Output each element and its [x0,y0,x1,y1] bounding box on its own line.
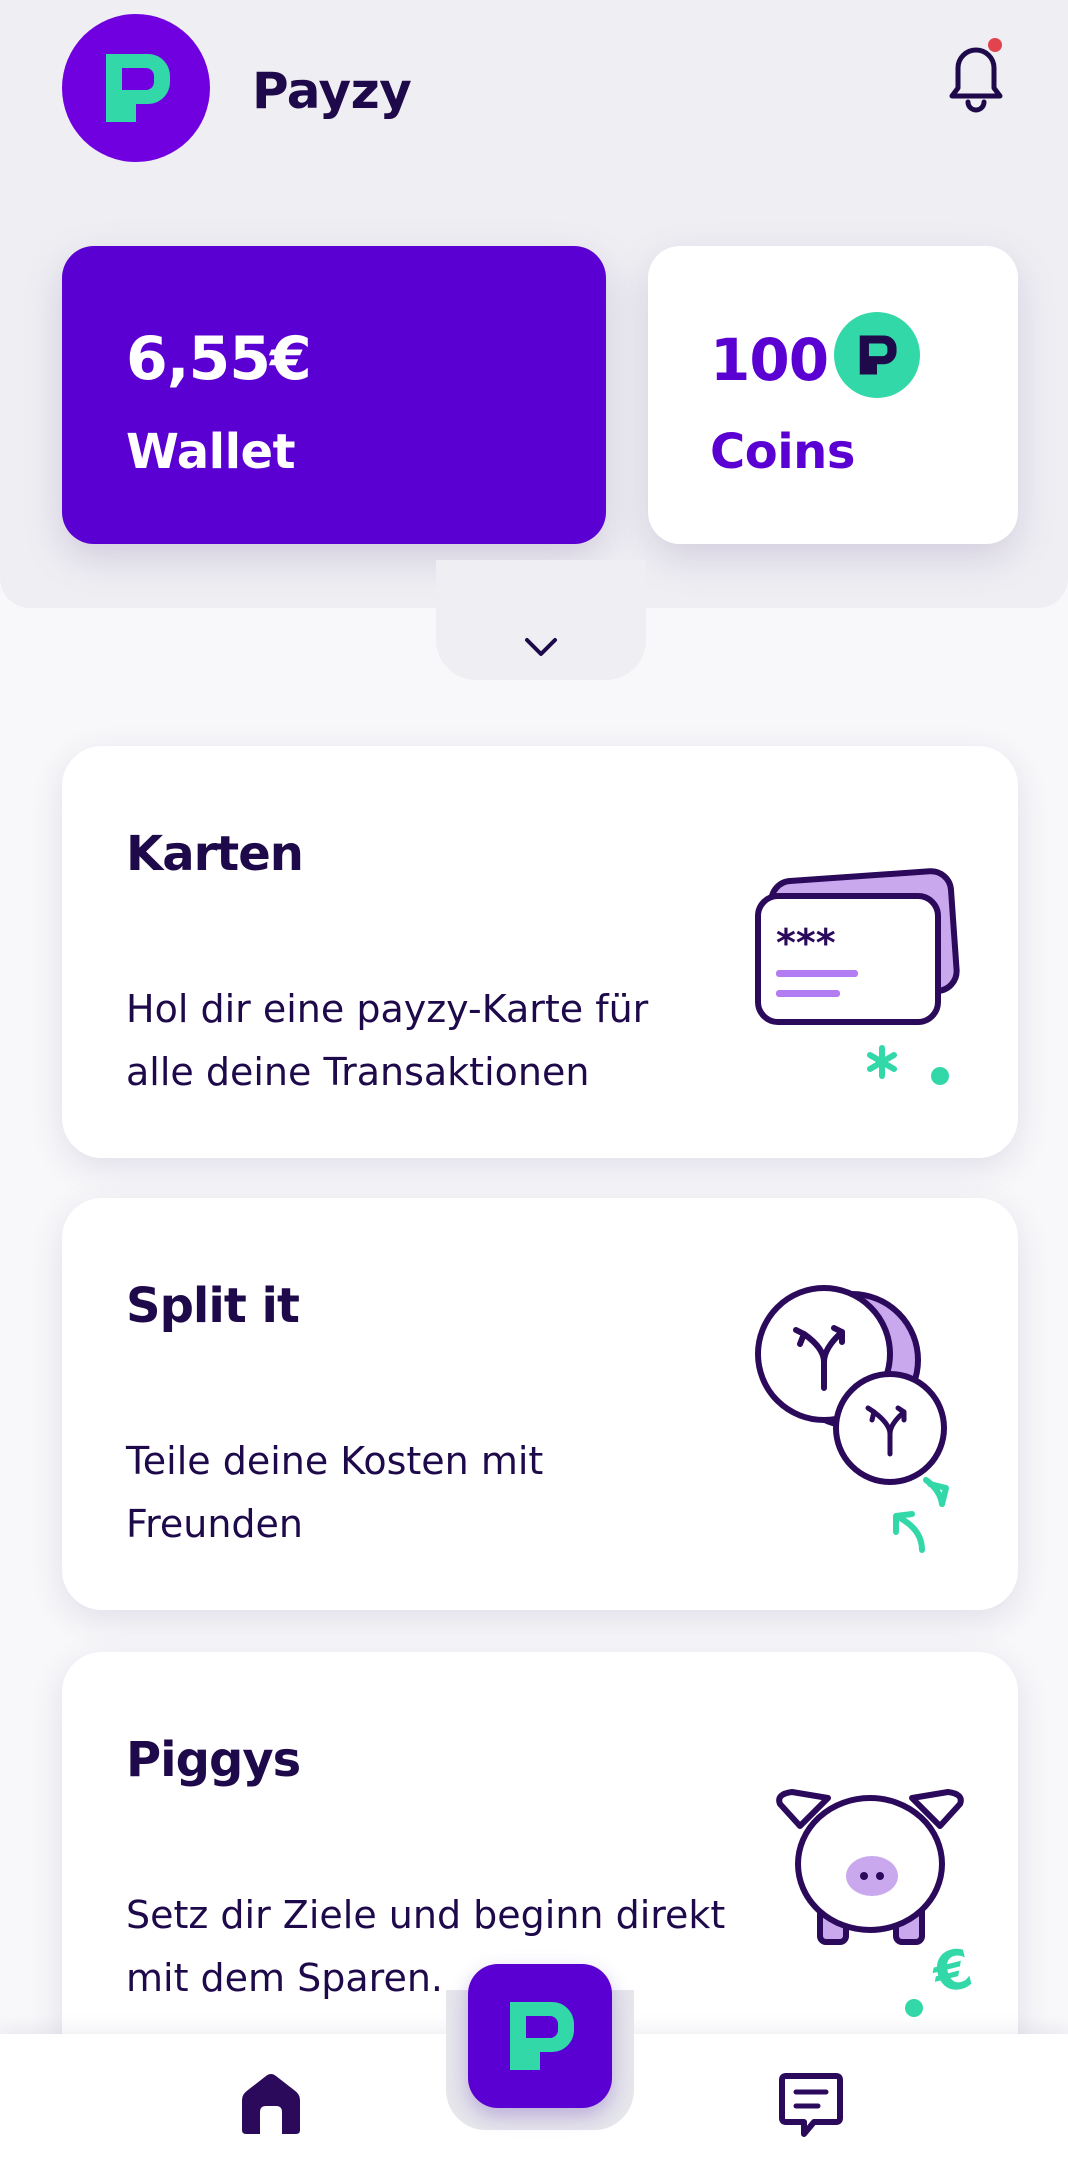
bell-icon [949,38,1003,113]
header: Payzy [0,0,1068,182]
piggy-bank-illustration: € [776,1789,979,2017]
chat-icon [779,2073,843,2137]
expand-button[interactable] [436,560,646,680]
wallet-balance: 6,55€ [126,324,312,394]
nav-messages-button[interactable] [774,2070,848,2140]
coins-balance: 100 [710,326,829,394]
nav-payzy-button[interactable] [468,1964,612,2108]
card-description: Hol dir eine payzy-Karte für alle deine … [126,987,649,1094]
nav-home-button[interactable] [236,2068,306,2138]
payzy-logo-icon [106,54,170,122]
split-coins-illustration [755,1285,949,1553]
wallet-label: Wallet [126,424,296,480]
feature-card-karten[interactable]: Karten Hol dir eine payzy-Karte für alle… [62,746,1018,1158]
payzy-logo-icon [510,2002,574,2070]
feature-card-split-it[interactable]: Split it Teile deine Kosten mit Freunden [62,1198,1018,1610]
coins-card[interactable]: 100 Coins [648,246,1018,544]
home-icon [242,2074,300,2134]
notification-dot [988,38,1002,52]
card-description: Setz dir Ziele und beginn direkt mit dem… [126,1893,726,2000]
coins-label: Coins [710,424,855,480]
notification-button[interactable] [944,36,1008,116]
svg-text:€: € [925,1936,979,2007]
svg-text:***: *** [776,921,836,965]
card-description: Teile deine Kosten mit Freunden [126,1439,544,1546]
wallet-card[interactable]: 6,55€ Wallet [62,246,606,544]
chevron-down-icon [525,638,557,656]
card-illustration: *** [755,868,960,1085]
payzy-logo-avatar[interactable] [62,14,210,162]
card-title: Split it [126,1278,300,1334]
coin-icon [834,312,920,398]
card-title: Karten [126,826,304,882]
card-title: Piggys [126,1732,301,1788]
app-title: Payzy [252,62,412,120]
